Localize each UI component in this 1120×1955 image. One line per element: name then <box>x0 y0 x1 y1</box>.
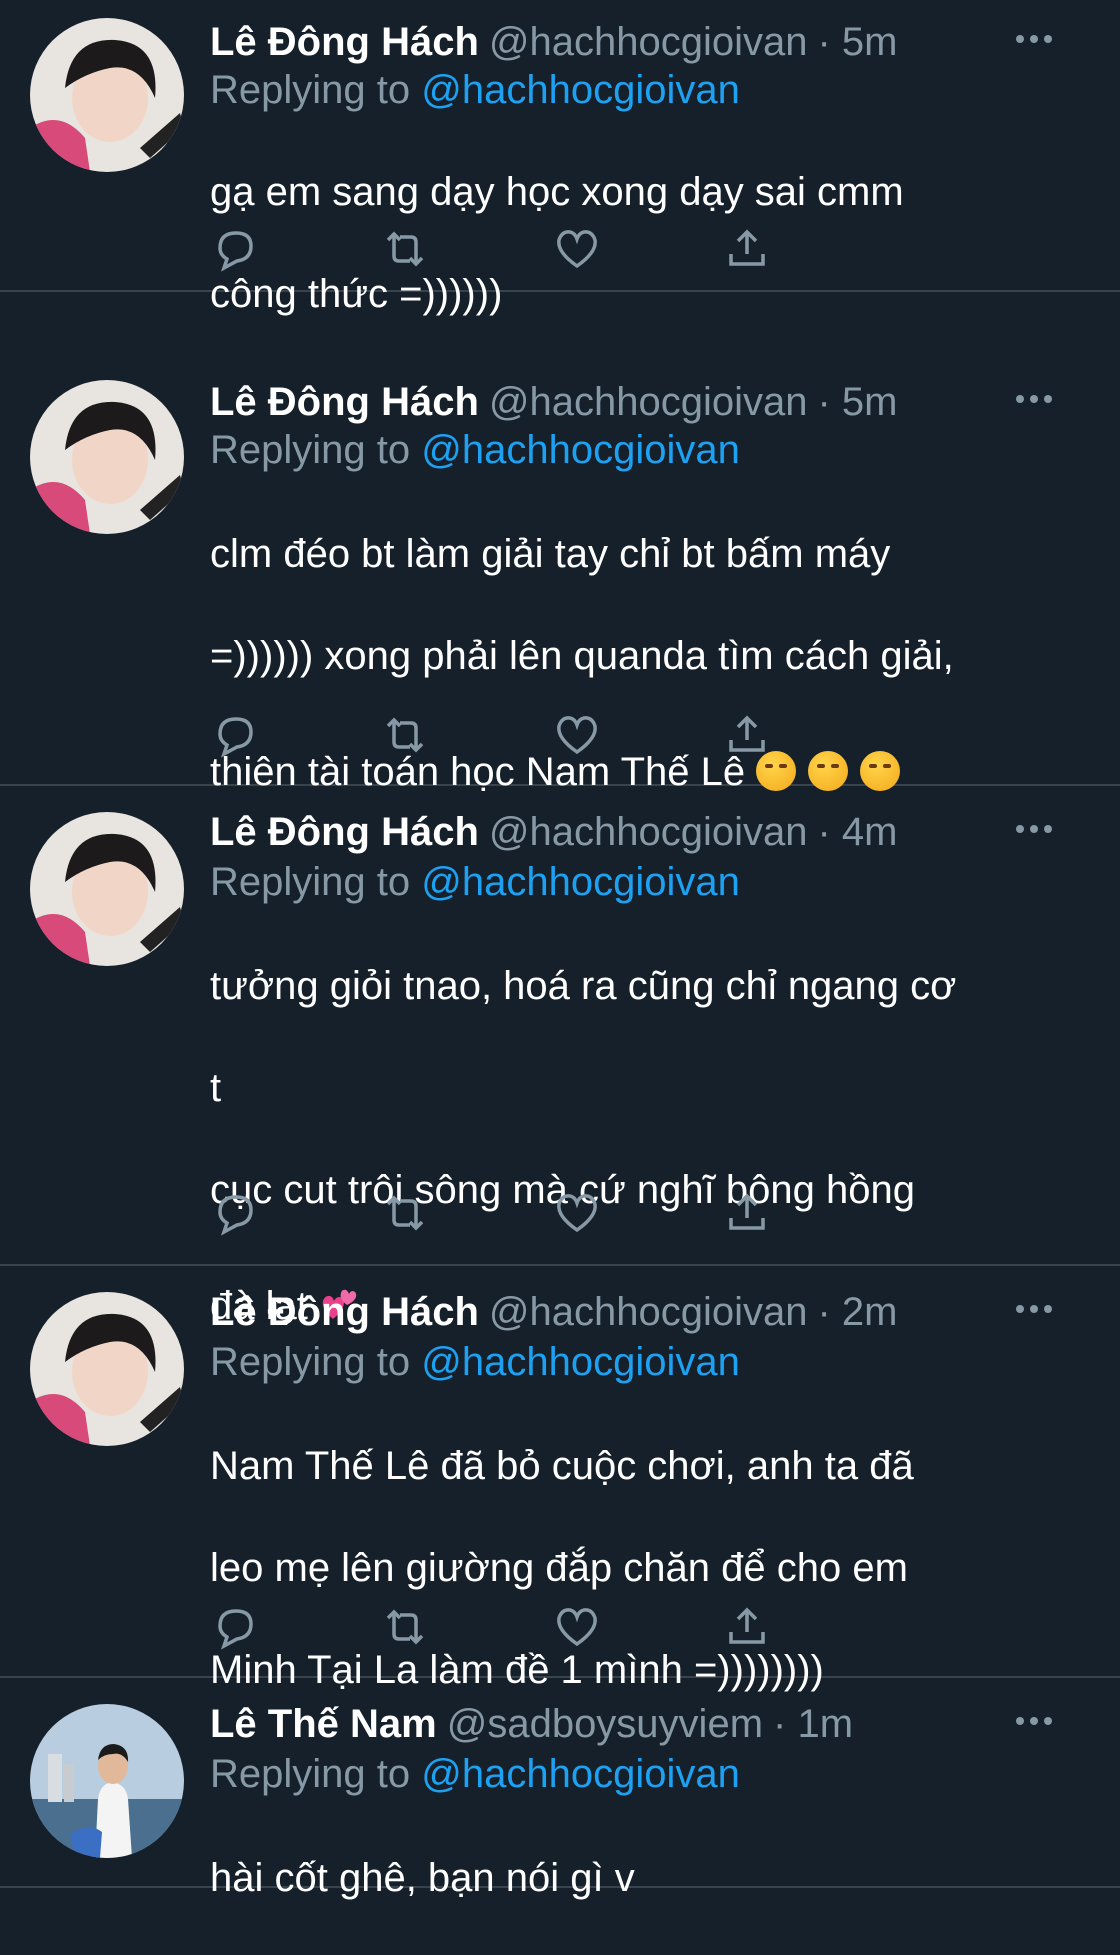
reply-icon[interactable] <box>210 1188 260 1238</box>
tweet-actions <box>210 1602 930 1652</box>
replying-to: Replying to @hachhocgioivan <box>210 1340 740 1384</box>
retweet-icon[interactable] <box>380 1188 430 1238</box>
more-options-icon[interactable] <box>1012 24 1056 54</box>
display-name[interactable]: Lê Thế Nam <box>210 1702 437 1746</box>
tweet-thread: Lê Đông Hách @hachhocgioivan · 5m Replying… <box>0 0 1120 1920</box>
retweet-icon[interactable] <box>380 710 430 760</box>
tweet[interactable]: Lê Đông Hách @hachhocgioivan · 4m Replying… <box>0 786 1120 1328</box>
avatar[interactable] <box>30 1292 184 1446</box>
display-name[interactable]: Lê Đông Hách <box>210 1290 479 1334</box>
retweet-icon[interactable] <box>380 1602 430 1652</box>
tweet-text: hài cốt ghê, bạn nói gì v <box>210 1856 635 1900</box>
mention-link[interactable]: @hachhocgioivan <box>421 1752 740 1796</box>
like-icon[interactable] <box>552 710 602 760</box>
replying-to: Replying to @hachhocgioivan <box>210 68 740 112</box>
mention-link[interactable]: @hachhocgioivan <box>421 860 740 904</box>
tweet-actions <box>210 1188 930 1238</box>
avatar[interactable] <box>30 1704 184 1858</box>
handle[interactable]: @hachhocgioivan <box>489 810 808 854</box>
display-name[interactable]: Lê Đông Hách <box>210 20 479 64</box>
share-icon[interactable] <box>722 1188 772 1238</box>
tweet[interactable]: Lê Thế Nam @sadboysuyviem · 1m Replying to… <box>0 1678 1120 1900</box>
tweet[interactable]: Lê Đông Hách @hachhocgioivan · 2m Replying… <box>0 1266 1120 1692</box>
mention-link[interactable]: @hachhocgioivan <box>421 428 740 472</box>
tweet-header: Lê Đông Hách @hachhocgioivan · 4m <box>210 810 1090 860</box>
tweet-header: Lê Đông Hách @hachhocgioivan · 2m <box>210 1290 1090 1340</box>
more-options-icon[interactable] <box>1012 384 1056 414</box>
mention-link[interactable]: @hachhocgioivan <box>421 1340 740 1384</box>
tweet-header: Lê Đông Hách @hachhocgioivan · 5m <box>210 20 1090 70</box>
like-icon[interactable] <box>552 1188 602 1238</box>
more-options-icon[interactable] <box>1012 814 1056 844</box>
tweet[interactable]: Lê Đông Hách @hachhocgioivan · 5m Replying… <box>0 292 1120 794</box>
timestamp[interactable]: · 5m <box>818 380 898 424</box>
tweet-actions <box>210 224 930 274</box>
tweet-header: Lê Đông Hách @hachhocgioivan · 5m <box>210 380 1090 430</box>
tweet-actions <box>210 710 930 760</box>
display-name[interactable]: Lê Đông Hách <box>210 380 479 424</box>
handle[interactable]: @hachhocgioivan <box>489 1290 808 1334</box>
share-icon[interactable] <box>722 710 772 760</box>
share-icon[interactable] <box>722 224 772 274</box>
timestamp[interactable]: · 2m <box>818 1290 898 1334</box>
timestamp[interactable]: · 1m <box>773 1702 853 1746</box>
more-options-icon[interactable] <box>1012 1706 1056 1736</box>
display-name[interactable]: Lê Đông Hách <box>210 810 479 854</box>
tweet[interactable]: Lê Đông Hách @hachhocgioivan · 5m Replying… <box>0 0 1120 316</box>
reply-icon[interactable] <box>210 224 260 274</box>
like-icon[interactable] <box>552 1602 602 1652</box>
avatar[interactable] <box>30 380 184 534</box>
retweet-icon[interactable] <box>380 224 430 274</box>
replying-to: Replying to @hachhocgioivan <box>210 428 740 472</box>
share-icon[interactable] <box>722 1602 772 1652</box>
handle[interactable]: @hachhocgioivan <box>489 20 808 64</box>
avatar[interactable] <box>30 18 184 172</box>
reply-icon[interactable] <box>210 710 260 760</box>
replying-to: Replying to @hachhocgioivan <box>210 1752 740 1796</box>
like-icon[interactable] <box>552 224 602 274</box>
timestamp[interactable]: · 5m <box>818 20 898 64</box>
replying-to: Replying to @hachhocgioivan <box>210 860 740 904</box>
mention-link[interactable]: @hachhocgioivan <box>421 68 740 112</box>
reply-icon[interactable] <box>210 1602 260 1652</box>
more-options-icon[interactable] <box>1012 1294 1056 1324</box>
timestamp[interactable]: · 4m <box>818 810 898 854</box>
tweet-header: Lê Thế Nam @sadboysuyviem · 1m <box>210 1702 1090 1752</box>
avatar[interactable] <box>30 812 184 966</box>
handle[interactable]: @sadboysuyviem <box>447 1702 763 1746</box>
handle[interactable]: @hachhocgioivan <box>489 380 808 424</box>
